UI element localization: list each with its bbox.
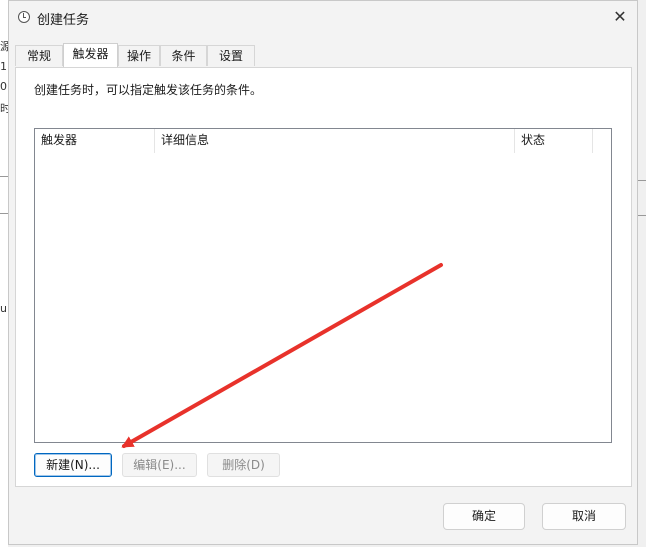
triggers-list[interactable]: 触发器 详细信息 状态: [34, 128, 612, 443]
tab-settings[interactable]: 设置: [207, 45, 255, 66]
tab-triggers[interactable]: 触发器: [63, 43, 118, 67]
cancel-button[interactable]: 取消: [542, 503, 626, 530]
triggers-panel: 创建任务时，可以指定触发该任务的条件。 触发器 详细信息 状态 新建(N)...…: [15, 67, 632, 487]
clock-icon: [18, 11, 30, 23]
new-button[interactable]: 新建(N)...: [34, 453, 112, 477]
create-task-dialog: 创建任务 ✕ 常规 触发器 操作 条件 设置 创建任务时，可以指定触发该任务的条…: [8, 0, 638, 545]
column-header-status[interactable]: 状态: [515, 129, 593, 153]
close-button[interactable]: ✕: [603, 1, 637, 33]
column-header-trigger[interactable]: 触发器: [35, 129, 155, 153]
panel-description: 创建任务时，可以指定触发该任务的条件。: [34, 83, 263, 97]
tab-general[interactable]: 常规: [15, 45, 63, 66]
tab-conditions[interactable]: 条件: [160, 45, 207, 66]
background-window-edge: 源 1 0 时 u: [0, 0, 8, 547]
close-icon: ✕: [613, 7, 627, 26]
tab-actions[interactable]: 操作: [118, 45, 160, 66]
edit-button[interactable]: 编辑(E)...: [122, 453, 197, 477]
ok-button[interactable]: 确定: [443, 503, 525, 530]
background-text: 1: [0, 60, 7, 73]
background-text: 源: [0, 40, 8, 53]
background-text: u: [0, 302, 7, 315]
background-text: 0: [0, 80, 7, 93]
background-divider: [0, 213, 8, 214]
column-header-details[interactable]: 详细信息: [155, 129, 515, 153]
window-title: 创建任务: [37, 13, 90, 28]
delete-button[interactable]: 删除(D): [207, 453, 280, 477]
background-divider: [0, 176, 8, 177]
background-text: 时: [0, 102, 8, 115]
title-bar[interactable]: 创建任务 ✕: [9, 1, 637, 35]
